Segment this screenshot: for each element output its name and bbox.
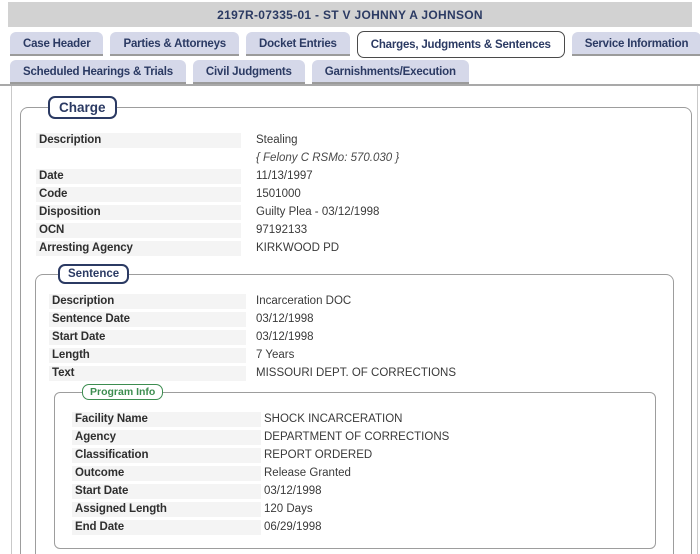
table-row: Agency DEPARTMENT OF CORRECTIONS <box>72 430 655 445</box>
field-label: Start Date <box>49 330 246 345</box>
table-row: Start Date 03/12/1998 <box>49 330 673 345</box>
field-label: Start Date <box>72 484 261 499</box>
field-value: KIRKWOOD PD <box>256 242 340 254</box>
tab-civil-judgments[interactable]: Civil Judgments <box>192 60 305 84</box>
field-label: End Date <box>72 520 261 535</box>
program-info-section: Program Info Facility Name SHOCK INCARCE… <box>54 384 656 549</box>
table-row: OCN 97192133 <box>36 223 677 238</box>
tab-row-1: Case Header Parties & Attorneys Docket E… <box>10 31 700 58</box>
field-value: Guilty Plea - 03/12/1998 <box>256 206 380 218</box>
tab-parties-attorneys[interactable]: Parties & Attorneys <box>110 32 239 56</box>
tab-service-information[interactable]: Service Information <box>571 32 700 56</box>
field-label: Classification <box>72 448 261 463</box>
tab-charges-judgments-sentences[interactable]: Charges, Judgments & Sentences <box>356 31 565 58</box>
table-row: Start Date 03/12/1998 <box>72 484 655 499</box>
table-row: Outcome Release Granted <box>72 466 655 481</box>
charge-statute-note: { Felony C RSMo: 570.030 } <box>256 152 400 164</box>
field-value: 97192133 <box>256 224 308 236</box>
table-row: Length 7 Years <box>49 348 673 363</box>
table-row: Description Stealing <box>36 133 677 148</box>
case-net-window: { "header": { "title": "2197R-07335-01 -… <box>0 2 700 554</box>
field-label: Outcome <box>72 466 261 481</box>
table-row: Sentence Date 03/12/1998 <box>49 312 673 327</box>
field-value: 06/29/1998 <box>264 521 322 533</box>
table-row: Arresting Agency KIRKWOOD PD <box>36 241 677 256</box>
case-title: 2197R-07335-01 - ST V JOHNNY A JOHNSON <box>217 7 483 22</box>
tab-docket-entries[interactable]: Docket Entries <box>246 32 350 56</box>
field-label: Agency <box>72 430 261 445</box>
field-value: Incarceration DOC <box>256 295 352 307</box>
content-pane: Charge Description Stealing { Felony C R… <box>11 86 698 554</box>
table-row: End Date 06/29/1998 <box>72 520 655 535</box>
field-value: DEPARTMENT OF CORRECTIONS <box>264 431 450 443</box>
field-label: Facility Name <box>72 412 261 427</box>
field-label: Arresting Agency <box>36 241 241 256</box>
field-label: OCN <box>36 223 241 238</box>
sentence-section: Sentence Description Incarceration DOC S… <box>35 264 674 554</box>
tab-garnishments-execution[interactable]: Garnishments/Execution <box>311 60 469 84</box>
field-value: MISSOURI DEPT. OF CORRECTIONS <box>256 367 456 379</box>
field-value: 03/12/1998 <box>256 331 314 343</box>
field-value: Stealing <box>256 134 298 146</box>
charge-section-legend: Charge <box>48 96 117 119</box>
field-label: Description <box>36 133 241 148</box>
table-row: Assigned Length 120 Days <box>72 502 655 517</box>
table-row: Date 11/13/1997 <box>36 169 677 184</box>
table-row: Facility Name SHOCK INCARCERATION <box>72 412 655 427</box>
field-label: Assigned Length <box>72 502 261 517</box>
field-label: Text <box>49 366 246 381</box>
program-info-section-legend: Program Info <box>82 384 164 400</box>
table-row: Description Incarceration DOC <box>49 294 673 309</box>
field-value: REPORT ORDERED <box>264 449 373 461</box>
charge-section: Charge Description Stealing { Felony C R… <box>20 96 692 554</box>
field-value: 1501000 <box>256 188 301 200</box>
tab-row-2: Scheduled Hearings & Trials Civil Judgme… <box>10 60 690 84</box>
tab-strip: Case Header Parties & Attorneys Docket E… <box>0 27 700 84</box>
sentence-section-legend: Sentence <box>58 264 130 284</box>
field-label: Code <box>36 187 241 202</box>
tab-scheduled-hearings-trials[interactable]: Scheduled Hearings & Trials <box>10 60 186 84</box>
field-value: 03/12/1998 <box>256 313 314 325</box>
table-row: Code 1501000 <box>36 187 677 202</box>
table-row: { Felony C RSMo: 570.030 } <box>36 151 677 166</box>
field-value: Release Granted <box>264 467 351 479</box>
table-row: Text MISSOURI DEPT. OF CORRECTIONS <box>49 366 673 381</box>
field-label: Date <box>36 169 241 184</box>
field-value: 03/12/1998 <box>264 485 322 497</box>
table-row: Disposition Guilty Plea - 03/12/1998 <box>36 205 677 220</box>
field-value: 11/13/1997 <box>256 170 313 182</box>
field-value: SHOCK INCARCERATION <box>264 413 403 425</box>
field-label: Disposition <box>36 205 241 220</box>
field-label: Sentence Date <box>49 312 246 327</box>
table-row: Classification REPORT ORDERED <box>72 448 655 463</box>
tab-case-header[interactable]: Case Header <box>10 32 104 56</box>
field-label-spacer <box>36 151 241 166</box>
field-value: 120 Days <box>264 503 313 515</box>
field-label: Description <box>49 294 246 309</box>
case-title-bar: 2197R-07335-01 - ST V JOHNNY A JOHNSON <box>8 2 692 27</box>
field-label: Length <box>49 348 246 363</box>
field-value: 7 Years <box>256 349 295 361</box>
